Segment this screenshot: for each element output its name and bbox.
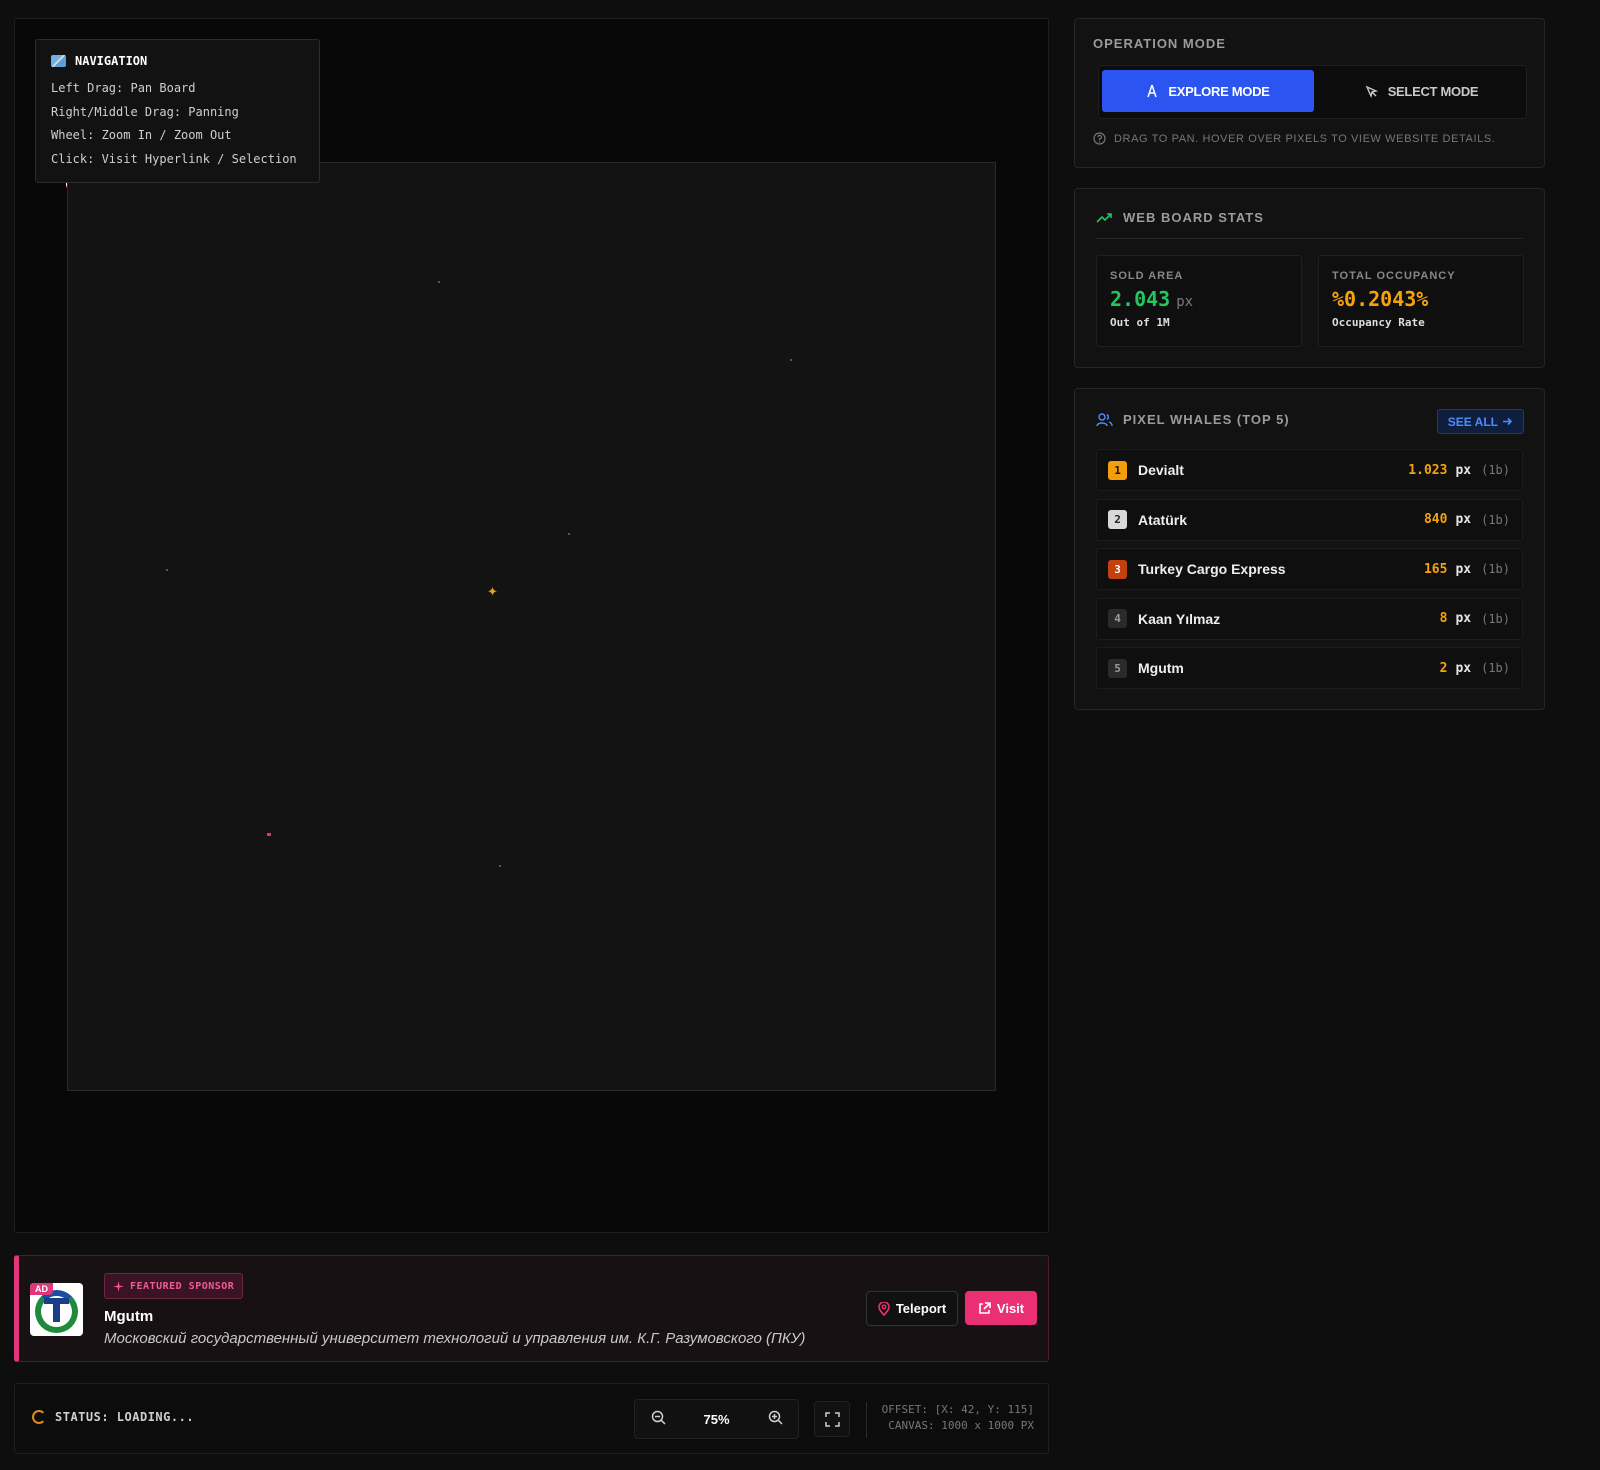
whale-amount: 840: [1423, 512, 1448, 527]
mode-toggle: EXPLORE MODE SELECT MODE: [1098, 65, 1527, 119]
divider: [866, 1402, 867, 1438]
zoom-in-icon: [768, 1410, 783, 1425]
zoom-level: 75%: [703, 1411, 730, 1427]
rank-badge: 3: [1108, 559, 1127, 579]
whale-name: Kaan Yılmaz: [1138, 610, 1221, 627]
pixel-block[interactable]: [790, 359, 792, 361]
trending-up-icon: [1096, 213, 1112, 223]
pixel-block[interactable]: [267, 833, 271, 836]
navigation-line: Right/Middle Drag: Panning: [51, 104, 239, 119]
see-all-button[interactable]: SEE ALL: [1436, 409, 1524, 434]
occupancy-value: %0.2043%: [1332, 287, 1429, 311]
whale-row[interactable]: 5 Mgutm 2 px (1b): [1096, 647, 1523, 689]
pixel-canvas[interactable]: ✦: [67, 162, 996, 1091]
sparkle-icon: [113, 1280, 124, 1292]
offset-readout: OFFSET: [X: 42, Y: 115]: [881, 1403, 1034, 1416]
total-occupancy-stat: TOTAL OCCUPANCY %0.2043% Occupancy Rate: [1318, 255, 1524, 347]
divider: [1096, 238, 1523, 239]
rank-badge: 2: [1108, 510, 1127, 529]
explore-mode-button[interactable]: EXPLORE MODE: [1102, 70, 1314, 112]
navigation-title: NAVIGATION: [75, 54, 148, 68]
hand-pointer-icon: [1147, 84, 1158, 97]
featured-sponsor-banner: AD FEATURED SPONSOR Mgutm Московский гос…: [14, 1255, 1049, 1362]
sold-area-value: 2.043: [1110, 287, 1171, 311]
stats-title: WEB BOARD STATS: [1123, 210, 1264, 225]
map-icon: [51, 55, 66, 67]
help-circle-icon: [1093, 132, 1106, 145]
arrow-right-icon: [1503, 417, 1513, 426]
whale-name: Devialt: [1138, 462, 1184, 478]
whale-amount: 2: [1439, 660, 1448, 676]
loading-spinner-icon: [32, 1410, 46, 1424]
whale-row[interactable]: 3 Turkey Cargo Express 165 px (1b): [1096, 548, 1523, 590]
whale-amount: 165: [1423, 561, 1448, 577]
status-bar: STATUS: LOADING... 75% OFFSET: [X: 42, Y…: [14, 1383, 1049, 1454]
operation-mode-title: OPERATION MODE: [1093, 36, 1226, 51]
zoom-controls: 75%: [634, 1399, 799, 1439]
whale-row[interactable]: 4 Kaan Yılmaz 8 px (1b): [1096, 597, 1523, 640]
pixel-block[interactable]: [166, 569, 168, 571]
pixel-board-panel[interactable]: NAVIGATION Left Drag: Pan Board Right/Mi…: [14, 18, 1049, 1233]
pixel-block[interactable]: [438, 281, 440, 283]
rank-badge: 4: [1108, 609, 1127, 628]
ad-badge: AD: [30, 1283, 53, 1295]
map-pin-icon: [878, 1301, 890, 1316]
status-text: STATUS: LOADING...: [55, 1410, 195, 1424]
navigation-line: Click: Visit Hyperlink / Selection: [51, 151, 297, 166]
pixel-whales-card: PIXEL WHALES (TOP 5) SEE ALL 1 Devialt 1…: [1074, 388, 1545, 710]
fullscreen-button[interactable]: [814, 1401, 850, 1437]
whales-title: PIXEL WHALES (TOP 5): [1123, 412, 1290, 427]
whale-name: Atatürk: [1138, 511, 1188, 528]
rank-badge: 5: [1108, 658, 1127, 678]
whale-amount: 1.023: [1408, 462, 1448, 478]
sold-area-stat: SOLD AREA 2.043 px Out of 1M: [1096, 255, 1302, 347]
pixel-block[interactable]: [499, 865, 501, 867]
whale-list: 1 Devialt 1.023 px (1b) 2 Atatürk 840 px…: [1096, 449, 1523, 697]
users-icon: [1096, 412, 1113, 426]
teleport-button[interactable]: Teleport: [866, 1291, 958, 1326]
navigation-line: Left Drag: Pan Board: [51, 81, 196, 95]
whale-amount: 8: [1439, 611, 1448, 626]
operation-hint: DRAG TO PAN. HOVER OVER PIXELS TO VIEW W…: [1114, 132, 1496, 145]
visit-button[interactable]: Visit: [965, 1291, 1037, 1325]
web-board-stats-card: WEB BOARD STATS SOLD AREA 2.043 px Out of…: [1074, 188, 1545, 368]
operation-mode-card: OPERATION MODE EXPLORE MODE SELECT MODE …: [1074, 18, 1545, 168]
board-meta: OFFSET: [X: 42, Y: 115] CANVAS: 1000 x 1…: [882, 1402, 1034, 1434]
rank-badge: 1: [1108, 460, 1127, 480]
fullscreen-icon: [824, 1411, 840, 1427]
whale-row[interactable]: 2 Atatürk 840 px (1b): [1096, 498, 1523, 541]
zoom-out-button[interactable]: [647, 1410, 669, 1428]
pixel-block[interactable]: [568, 533, 570, 535]
whale-row[interactable]: 1 Devialt 1.023 px (1b): [1096, 449, 1523, 491]
whale-name: Mgutm: [1138, 660, 1184, 676]
navigation-help-box: NAVIGATION Left Drag: Pan Board Right/Mi…: [35, 39, 320, 183]
zoom-out-icon: [651, 1410, 666, 1425]
whale-name: Turkey Cargo Express: [1138, 561, 1286, 577]
sponsor-logo[interactable]: AD: [30, 1283, 83, 1336]
bird-pixel-icon[interactable]: ✦: [487, 585, 498, 598]
featured-sponsor-tag: FEATURED SPONSOR: [104, 1273, 244, 1299]
navigation-line: Wheel: Zoom In / Zoom Out: [51, 128, 232, 142]
zoom-in-button[interactable]: [764, 1410, 786, 1428]
canvas-size-readout: CANVAS: 1000 x 1000 PX: [888, 1419, 1034, 1432]
sponsor-name: Mgutm: [104, 1308, 154, 1325]
select-mode-button[interactable]: SELECT MODE: [1319, 70, 1524, 112]
sponsor-description: Московский государственный университет т…: [104, 1330, 806, 1347]
cursor-select-icon: [1365, 85, 1378, 98]
external-link-icon: [979, 1301, 991, 1314]
